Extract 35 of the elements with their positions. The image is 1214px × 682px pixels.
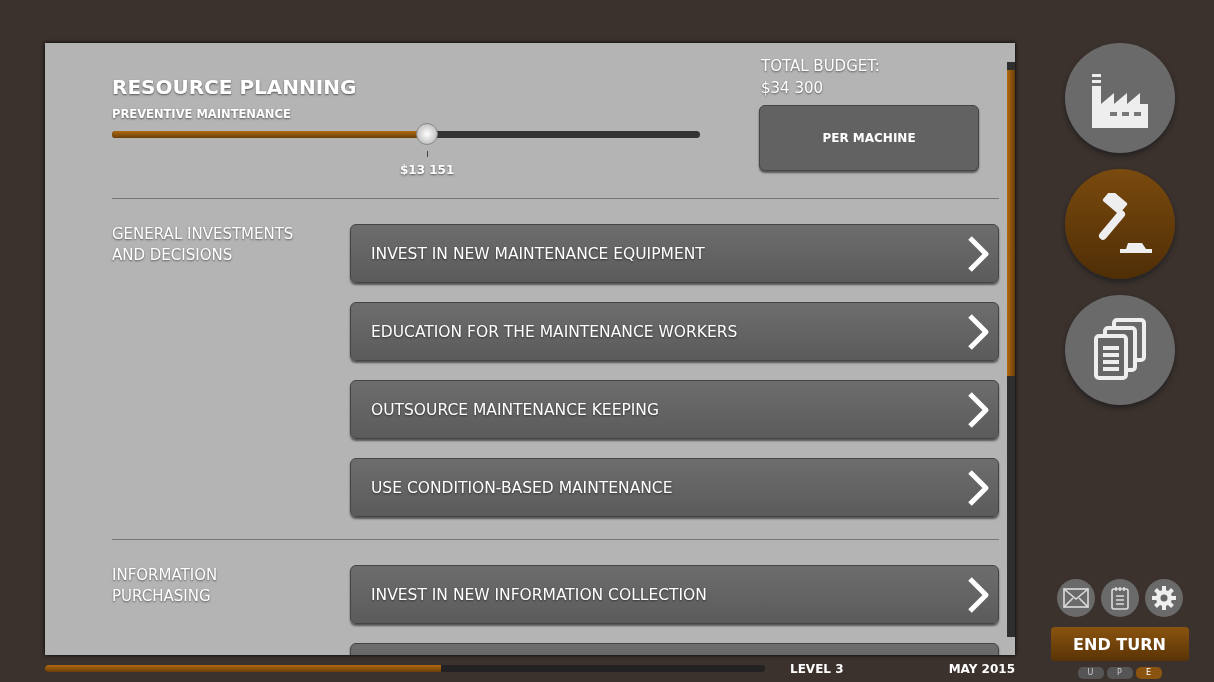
slider-track[interactable] [112,131,700,138]
option-button[interactable]: INVEST IN NEW MAINTENANCE EQUIPMENT [350,224,999,283]
section-title: INFORMATION PURCHASING [112,565,219,607]
slider-label: PREVENTIVE MAINTENANCE [112,107,292,121]
chevron-icon [966,233,990,274]
scrollbar[interactable] [1007,62,1015,637]
phase-tab[interactable]: E [1135,667,1162,679]
slider-value: $13 151 [400,163,455,177]
phase-tab[interactable]: P [1106,667,1133,679]
settings-button[interactable] [1144,579,1183,617]
option-button[interactable]: EDUCATION FOR THE MAINTENANCE WORKERS [350,302,999,361]
page-title: RESOURCE PLANNING [112,75,358,99]
chevron-icon [966,467,990,508]
notepad-button[interactable] [1100,579,1139,617]
chevron-icon [966,311,990,352]
section-title: GENERAL INVESTMENTS AND DECISIONS [112,224,295,266]
option-button[interactable]: OUTSOURCE MAINTENANCE KEEPING [350,380,999,439]
settings-icon [1151,586,1176,610]
chevron-icon [966,574,990,615]
option-button[interactable]: USE CONDITION-BASED MAINTENANCE [350,458,999,517]
level-label: LEVEL 3 [790,661,844,676]
documents-icon [1091,318,1148,382]
budget-value: $34 300 [761,79,825,97]
option-button[interactable]: INVEST IN NEW INFORMATION COLLECTION [350,565,999,624]
mail-button[interactable] [1056,579,1095,617]
end-turn-button[interactable]: END TURN [1050,627,1189,661]
chevron-icon [966,389,990,430]
tick-mark [427,151,429,157]
date-label: MAY 2015 [948,661,1015,676]
slider-thumb[interactable] [416,123,439,145]
envelope-icon [1062,588,1089,608]
per-machine-button[interactable]: PER MACHINE [759,105,979,171]
phase-tab[interactable]: U [1077,667,1104,679]
notepad-icon [1110,586,1129,610]
budget-label: TOTAL BUDGET: [761,57,881,75]
